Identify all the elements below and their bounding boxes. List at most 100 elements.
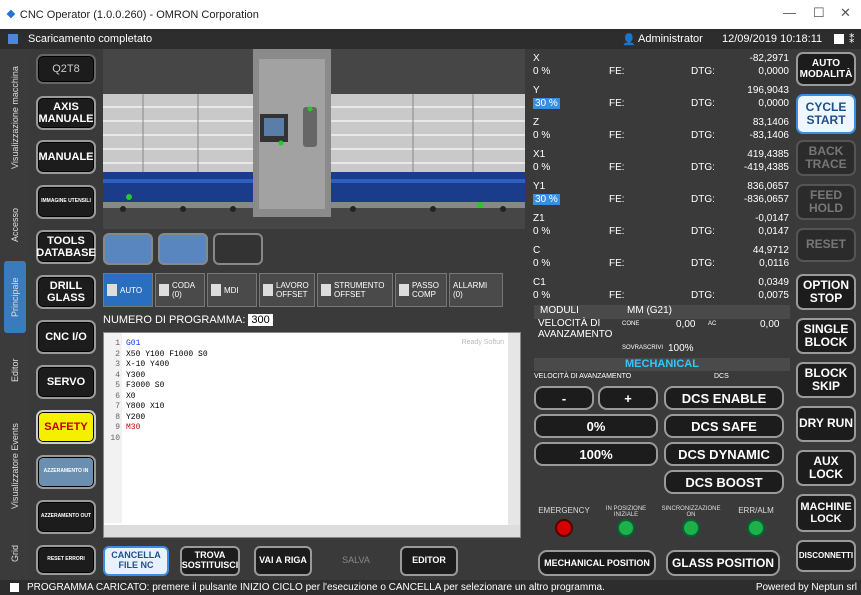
reset-button[interactable]: RESET (796, 228, 856, 262)
tools-database-button[interactable]: TOOLS DATABASE (36, 230, 96, 264)
servo-button[interactable]: SERVO (36, 365, 96, 399)
axis-position: 419,4385 (747, 149, 789, 160)
footer-message: PROGRAMMA CARICATO: premere il pulsante … (27, 582, 605, 593)
mechanical-position-button[interactable]: MECHANICAL POSITION (538, 550, 656, 576)
tab-strumento-offset[interactable]: STRUMENTO OFFSET (317, 273, 393, 307)
machine-illustration (103, 49, 525, 217)
vai-a-riga-button[interactable]: VAI A RIGA (254, 546, 312, 576)
axis-readout: Z1 -0,0147 0 % FE: DTG: 0,0147 (531, 213, 789, 244)
tab-lavoro-offset[interactable]: LAVORO OFFSET (259, 273, 315, 307)
salva-button[interactable]: SALVA (327, 546, 385, 576)
horizontal-scrollbar[interactable] (104, 525, 520, 537)
posizione-iniziale-label: IN POSIZIONE INIZIALE (605, 506, 647, 518)
axis-manuale-button[interactable]: AXIS MANUALE (36, 96, 96, 130)
line-number: 6 (115, 391, 120, 401)
azzeramento-in-button[interactable]: AZZERAMENTO IN (36, 455, 96, 489)
cone-value: 0,00 (676, 319, 696, 330)
minimize-icon[interactable]: — (783, 5, 796, 20)
axis-position: 44,9712 (752, 245, 789, 256)
keyboard-icon[interactable] (213, 233, 263, 265)
feed-minus-button[interactable]: - (534, 386, 594, 410)
cancella-file-nc-button[interactable]: CANCELLA FILE NC (103, 546, 169, 576)
azzeramento-out-button[interactable]: AZZERAMENTO OUT (36, 500, 96, 534)
window-titlebar: ❖ CNC Operator (1.0.0.260) - OMRON Corpo… (0, 0, 861, 29)
axis-fe-label: FE: (609, 226, 625, 237)
axis-fe-label: FE: (609, 258, 625, 269)
axis-name: Y (533, 85, 540, 96)
axis-load: 0 % (533, 226, 551, 237)
dry-run-button[interactable]: DRY RUN (796, 406, 856, 442)
single-block-button[interactable]: SINGLE BLOCK (796, 318, 856, 354)
axis-dtg-value: -419,4385 (743, 162, 789, 173)
tab-mdi[interactable]: MDI (207, 273, 257, 307)
safety-button[interactable]: SAFETY (36, 410, 96, 444)
option-stop-button[interactable]: OPTION STOP (796, 274, 856, 310)
vertical-scrollbar[interactable] (508, 333, 520, 525)
settings-icon[interactable] (834, 34, 844, 44)
auto-modalita-button[interactable]: AUTO MODALITÀ (796, 52, 856, 86)
load-icon[interactable] (103, 233, 153, 265)
glass-position-button[interactable]: GLASS POSITION (666, 550, 780, 576)
disconnetti-button[interactable]: DISCONNETTI (796, 540, 856, 572)
datetime: 12/09/2019 10:18:11 (722, 33, 823, 45)
axis-dtg-value: -836,0657 (743, 194, 789, 205)
override-label: SOVRASCRIVI (622, 345, 664, 351)
feed-plus-button[interactable]: + (598, 386, 658, 410)
axis-fe-label: FE: (609, 66, 625, 77)
pin-icon[interactable]: ⁑ (849, 33, 855, 46)
editor-button[interactable]: EDITOR (400, 546, 458, 576)
vtab-visualizzatore-events[interactable]: Visualizzatore Events (4, 401, 26, 531)
trova-sostituisci-button[interactable]: TROVA SOSTITUISCI (180, 546, 240, 576)
status-bar: Scaricamento completato 👤 Administrator … (0, 29, 861, 49)
vtab-principale[interactable]: Principale (4, 261, 26, 333)
tab-passo-comp[interactable]: PASSO COMP (395, 273, 447, 307)
dcs-safe-button[interactable]: DCS SAFE (664, 414, 784, 438)
manuale-button[interactable]: MANUALE (36, 140, 96, 174)
vtab-visualizzazione-macchina[interactable]: Visualizzazione macchina (4, 53, 26, 183)
axis-readout: X -82,2971 0 % FE: DTG: 0,0000 (531, 53, 789, 84)
download-icon[interactable] (158, 233, 208, 265)
machine-lock-button[interactable]: MACHINE LOCK (796, 494, 856, 532)
vtab-editor[interactable]: Editor (4, 345, 26, 395)
axis-load: 0 % (533, 66, 551, 77)
back-trace-button[interactable]: BACK TRACE (796, 140, 856, 176)
tab-auto[interactable]: AUTO (103, 273, 153, 307)
tab-coda[interactable]: CODA (0) (155, 273, 205, 307)
axis-load: 0 % (533, 290, 551, 301)
dcs-boost-button[interactable]: DCS BOOST (664, 470, 784, 494)
axis-dtg-value: 0,0075 (758, 290, 789, 301)
block-skip-button[interactable]: BLOCK SKIP (796, 362, 856, 398)
axis-position: 83,1406 (752, 117, 789, 128)
cnc-io-button[interactable]: CNC I/O (36, 320, 96, 354)
aux-lock-button[interactable]: AUX LOCK (796, 450, 856, 486)
close-icon[interactable]: ✕ (840, 5, 851, 21)
feed-0-button[interactable]: 0% (534, 414, 658, 438)
dcs-enable-button[interactable]: DCS ENABLE (664, 386, 784, 410)
code-editor[interactable]: 1 2 3 4 5 6 7 8 9 10 G01 X50 Y100 F1000 S0 X-10 Y40… (103, 332, 521, 538)
axis-load: 0 % (533, 162, 551, 173)
drill-glass-button[interactable]: DRILL GLASS (36, 275, 96, 309)
reset-errori-button[interactable]: RESET ERRORI (36, 545, 96, 575)
line-number: 3 (115, 360, 120, 369)
footer-bar: PROGRAMMA CARICATO: premere il pulsante … (0, 580, 861, 595)
axis-name: Y1 (533, 181, 546, 192)
axis-dtg-value: -83,1406 (749, 130, 789, 141)
dcs-dynamic-button[interactable]: DCS DYNAMIC (664, 442, 784, 466)
cycle-start-button[interactable]: CYCLE START (796, 94, 856, 134)
immagine-utensili-button[interactable]: IMMAGINE UTENSILI (36, 185, 96, 219)
code-text[interactable]: G01 X50 Y100 F1000 S0 X-10 Y400 Y300 F3000 S… (126, 339, 208, 444)
program-number-field[interactable]: 300 (248, 314, 273, 326)
axis-position: -82,2971 (749, 53, 789, 64)
maximize-icon[interactable]: ☐ (813, 5, 825, 21)
feed-hold-button[interactable]: FEED HOLD (796, 184, 856, 220)
axis-dtg-value: 0,0000 (758, 66, 789, 77)
tab-allarmi[interactable]: ALLARMI (0) (449, 273, 503, 307)
footer-checkbox[interactable] (10, 583, 19, 592)
feed-100-button[interactable]: 100% (534, 442, 658, 466)
axis-name: X (533, 53, 540, 64)
axis-load: 0 % (533, 130, 551, 141)
vtab-grid[interactable]: Grid (4, 537, 26, 569)
vtab-accesso[interactable]: Accesso (4, 195, 26, 255)
axis-fe-label: FE: (609, 130, 625, 141)
q2t8-button[interactable]: Q2T8 (36, 54, 96, 84)
